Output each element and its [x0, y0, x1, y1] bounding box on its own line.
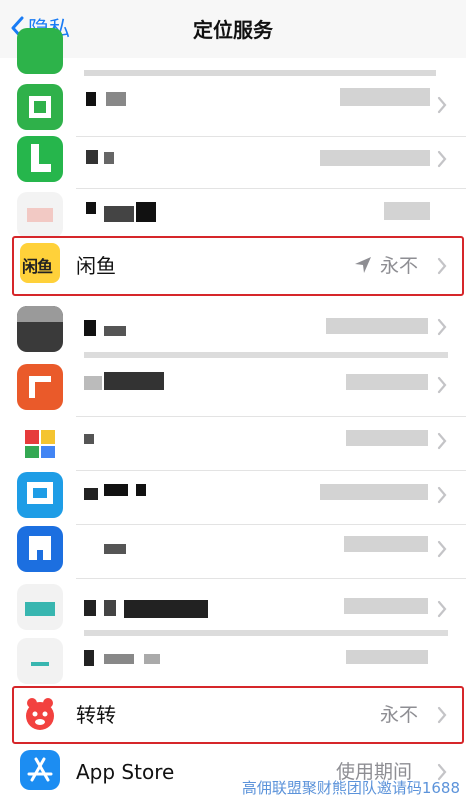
- app-icon: [17, 584, 63, 630]
- highlight-box: [12, 236, 464, 296]
- page-title: 定位服务: [193, 18, 273, 42]
- app-row-blurred[interactable]: [0, 518, 466, 578]
- appstore-app-icon: [20, 750, 60, 790]
- app-icon: [17, 306, 63, 352]
- app-row-blurred[interactable]: [0, 578, 466, 638]
- watermark-text: 高佣联盟聚财熊团队邀请码1688: [241, 779, 460, 797]
- app-row-blurred[interactable]: [0, 128, 466, 188]
- chevron-right-icon: [437, 540, 447, 558]
- app-row-blurred[interactable]: [0, 184, 466, 244]
- app-row-blurred[interactable]: [0, 300, 466, 360]
- chevron-right-icon: [437, 96, 447, 114]
- app-icon: [17, 418, 63, 464]
- chevron-right-icon: [437, 432, 447, 450]
- app-row-blurred[interactable]: [0, 634, 466, 684]
- app-icon: [17, 364, 63, 410]
- app-row-blurred[interactable]: [0, 464, 466, 524]
- highlight-box: [12, 686, 464, 744]
- chevron-right-icon: [437, 318, 447, 336]
- app-icon: [17, 192, 63, 238]
- app-icon: [17, 526, 63, 572]
- chevron-right-icon: [437, 600, 447, 618]
- nav-bar: 隐私 定位服务: [0, 0, 466, 58]
- app-name: App Store: [76, 760, 175, 784]
- chevron-right-icon: [437, 486, 447, 504]
- chevron-right-icon: [437, 150, 447, 168]
- appstore-logo-icon: [27, 757, 53, 782]
- app-row-blurred[interactable]: [0, 356, 466, 416]
- chevron-right-icon: [437, 376, 447, 394]
- app-icon: [17, 472, 63, 518]
- app-icon: [17, 638, 63, 684]
- app-icon: [17, 84, 63, 130]
- app-icon: [17, 136, 63, 182]
- app-icon: [17, 28, 63, 74]
- app-row-blurred[interactable]: [0, 410, 466, 470]
- app-row-blurred[interactable]: [0, 76, 466, 136]
- app-row-blurred[interactable]: [0, 28, 466, 76]
